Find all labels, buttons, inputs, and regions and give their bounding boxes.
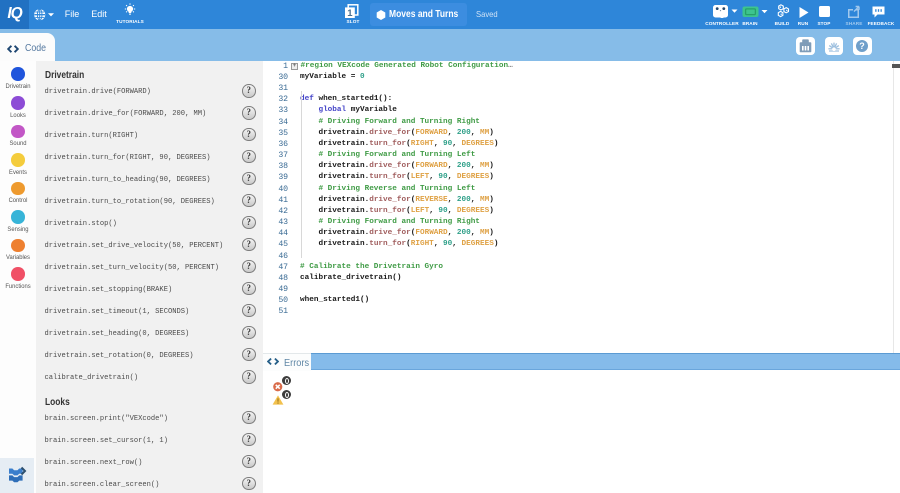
svg-text:1: 1 bbox=[347, 8, 353, 19]
svg-text:?: ? bbox=[859, 41, 865, 51]
